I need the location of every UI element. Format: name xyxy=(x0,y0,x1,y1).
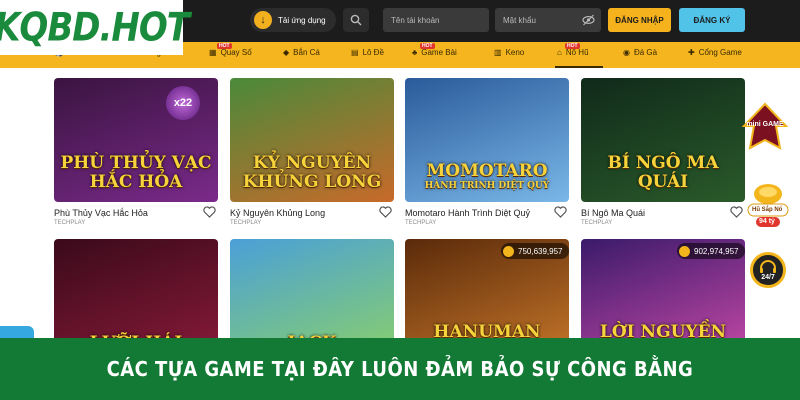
game-thumbnail[interactable]: BÍ NGÔ MA QUÁI xyxy=(581,78,745,202)
favorite-heart-icon[interactable] xyxy=(730,206,743,218)
game-name[interactable]: Kỷ Nguyên Khủng Long xyxy=(230,208,325,218)
caption-banner: CÁC TỰA GAME TẠI ĐÂY LUÔN ĐẢM BẢO SỰ CÔN… xyxy=(0,338,800,400)
game-art-title-main: PHÙ THỦY VẠC HẮC HỎA xyxy=(60,153,212,192)
fish-icon: ◆ xyxy=(283,48,290,57)
game-thumbnail[interactable]: KỶ NGUYÊN KHỦNG LONG xyxy=(230,78,394,202)
nav-item-label: Nổ Hũ xyxy=(565,48,589,57)
mini-game-button[interactable]: mini GAME xyxy=(740,102,790,152)
nav-item-label: Bắn Cá xyxy=(293,48,320,57)
hot-badge: HOT xyxy=(565,43,580,49)
multiplier-badge: x22 xyxy=(166,86,200,120)
game-provider: TECHPLAY xyxy=(405,220,437,226)
active-tab-indicator xyxy=(555,66,603,68)
game-art-title: KỶ NGUYÊN KHỦNG LONG xyxy=(230,154,394,192)
nav-item-label: Cổng Game xyxy=(698,48,742,57)
jackpot-value: 94 tỷ xyxy=(759,218,775,225)
game-name[interactable]: Momotaro Hành Trình Diệt Quỷ xyxy=(405,208,530,218)
support-24-7-button[interactable]: 24/7 xyxy=(750,252,786,288)
download-icon: ↓ xyxy=(254,11,272,29)
nav-item-2[interactable]: ▦ Quay Số HOT xyxy=(209,43,252,57)
nav-item-6[interactable]: ▥ Keno xyxy=(494,48,524,57)
register-button[interactable]: ĐĂNG KÝ xyxy=(679,8,745,32)
lo-de-icon: ▤ xyxy=(351,48,359,57)
telegram-tab[interactable] xyxy=(0,326,34,338)
slot-icon: ⌂ xyxy=(557,48,562,57)
jackpot-label: Hũ Sắp Nổ xyxy=(752,207,783,213)
nav-item-9[interactable]: ✚ Cổng Game xyxy=(688,48,742,57)
favorite-heart-icon[interactable] xyxy=(379,206,392,218)
password-placeholder: Mật khẩu xyxy=(503,15,536,25)
headset-icon xyxy=(760,259,776,273)
nav-item-label: Lô Đề xyxy=(362,48,384,57)
download-app-button[interactable]: ↓ Tải ứng dụng xyxy=(250,8,336,32)
nav-item-7[interactable]: ⌂ Nổ Hũ HOT xyxy=(557,43,589,57)
game-art-subtitle: HÀNH TRÌNH DIỆT QUỶ xyxy=(424,181,550,191)
search-button[interactable] xyxy=(343,8,369,32)
hot-badge: HOT xyxy=(217,43,232,49)
nav-item-4[interactable]: ▤ Lô Đề xyxy=(351,48,384,57)
password-field[interactable]: Mật khẩu xyxy=(495,8,601,32)
hot-badge: HOT xyxy=(420,43,435,49)
nav-item-label: Keno xyxy=(505,48,525,57)
game-thumbnail[interactable]: PHÙ THỦY VẠC HẮC HỎA x22 xyxy=(54,78,218,202)
jackpot-counter: 902,974,957 xyxy=(677,243,745,259)
download-label: Tải ứng dụng xyxy=(278,15,326,25)
logo[interactable]: KQBD.HOT xyxy=(0,0,190,55)
game-art-title-main: KỶ NGUYÊN KHỦNG LONG xyxy=(242,153,382,192)
mini-game-icon: mini GAME xyxy=(741,102,789,150)
logo-text: KQBD.HOT xyxy=(0,4,190,51)
game-name[interactable]: Bí Ngô Ma Quái xyxy=(581,208,645,218)
game-art-title: MOMOTARO HÀNH TRÌNH DIỆT QUỶ xyxy=(405,162,569,192)
game-provider: TECHPLAY xyxy=(54,220,86,226)
caption-text: CÁC TỰA GAME TẠI ĐÂY LUÔN ĐẢM BẢO SỰ CÔN… xyxy=(106,357,694,381)
jackpot-value: 750,639,957 xyxy=(518,246,563,256)
game-name[interactable]: Phù Thủy Vạc Hắc Hỏa xyxy=(54,208,148,218)
jackpot-widget[interactable]: Hũ Sắp Nổ 94 tỷ xyxy=(746,180,790,228)
coin-icon xyxy=(503,245,514,257)
nav-item-label: Game Bài xyxy=(421,48,457,57)
game-art-title: PHÙ THỦY VẠC HẮC HỎA xyxy=(54,154,218,192)
support-label: 24/7 xyxy=(761,273,775,281)
game-art-title: BÍ NGÔ MA QUÁI xyxy=(581,154,745,192)
game-art-title-main: BÍ NGÔ MA QUÁI xyxy=(607,153,719,192)
gamepad-icon: ✚ xyxy=(688,48,695,57)
lottery-icon: ▦ xyxy=(209,48,217,57)
game-art-title-main: MOMOTARO xyxy=(426,161,548,181)
nav-item-3[interactable]: ◆ Bắn Cá xyxy=(283,48,320,57)
nav-item-5[interactable]: ♣ Game Bài HOT xyxy=(412,43,457,57)
nav-item-label: Quay Số xyxy=(220,48,252,57)
game-thumbnail[interactable]: MOMOTARO HÀNH TRÌNH DIỆT QUỶ xyxy=(405,78,569,202)
card-game-icon: ♣ xyxy=(412,48,418,57)
rooster-icon: ◉ xyxy=(623,48,630,57)
eye-slash-icon[interactable] xyxy=(582,14,595,26)
jackpot-counter: 750,639,957 xyxy=(501,243,569,259)
favorite-heart-icon[interactable] xyxy=(554,206,567,218)
game-provider: TECHPLAY xyxy=(230,220,262,226)
jackpot-value: 902,974,957 xyxy=(694,246,739,256)
game-provider: TECHPLAY xyxy=(581,220,613,226)
search-icon xyxy=(350,14,362,26)
username-placeholder: Tên tài khoản xyxy=(391,15,440,25)
nav-item-8[interactable]: ◉ Đá Gà xyxy=(623,48,657,57)
username-field[interactable]: Tên tài khoản xyxy=(383,8,489,32)
nav-item-label: Đá Gà xyxy=(633,48,658,57)
favorite-heart-icon[interactable] xyxy=(203,206,216,218)
coin-icon xyxy=(679,245,690,257)
keno-icon: ▥ xyxy=(494,48,502,57)
mini-game-label: mini GAME xyxy=(746,121,784,128)
login-button[interactable]: ĐĂNG NHẬP xyxy=(608,8,671,32)
